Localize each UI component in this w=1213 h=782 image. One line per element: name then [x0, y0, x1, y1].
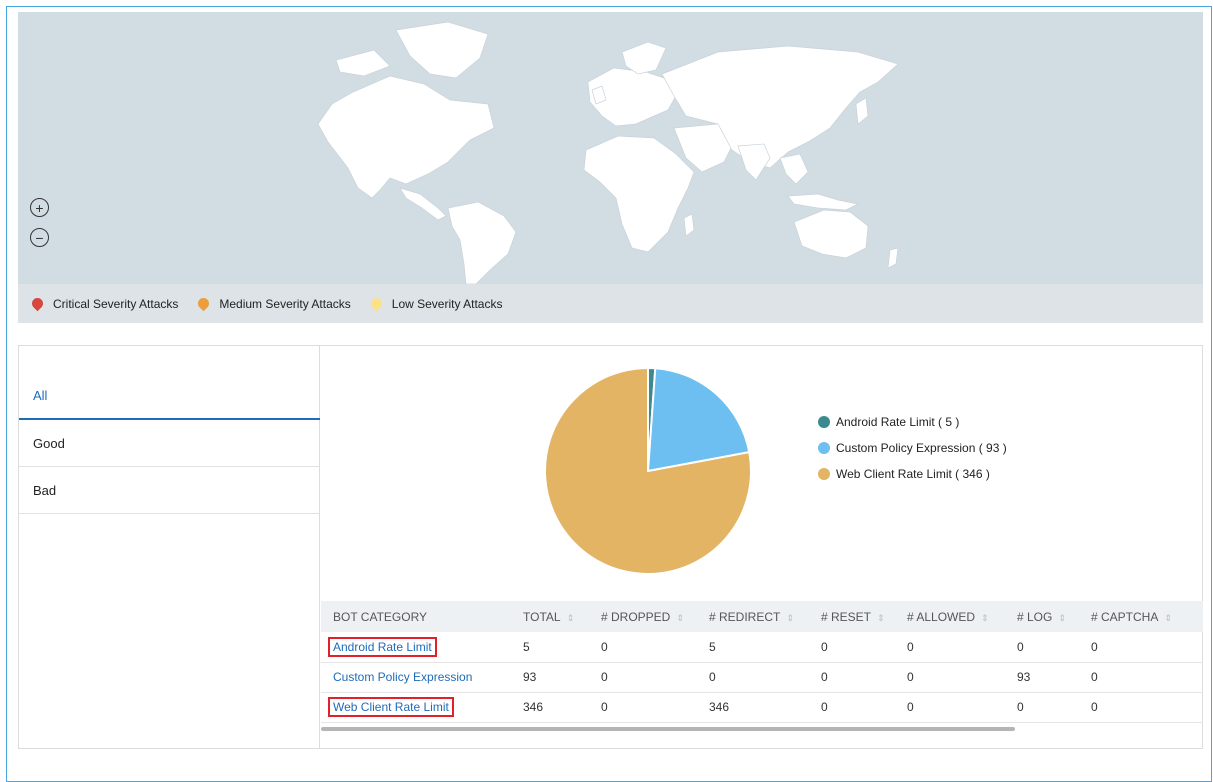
col-redirect-label: # REDIRECT [709, 609, 781, 624]
legend-low: Low Severity Attacks [368, 295, 503, 312]
cell-reset: 0 [821, 639, 828, 654]
col-log-label: # LOG [1017, 609, 1053, 624]
legend-low-label: Low Severity Attacks [391, 296, 503, 311]
bot-category-table: BOT CATEGORY TOTAL ⇕ # DROPPED ⇕ # REDIREC… [321, 601, 1203, 723]
critical-pin-icon [29, 295, 46, 312]
col-log[interactable]: # LOG ⇕ [1005, 601, 1079, 632]
cell-category: Custom Policy Expression [321, 662, 511, 692]
legend-medium: Medium Severity Attacks [196, 295, 351, 312]
zoom-out-button[interactable]: − [30, 228, 49, 247]
tab-all-label: All [33, 388, 48, 403]
table-row: Android Rate Limit 5 0 5 0 0 0 0 [321, 632, 1203, 662]
category-tabs: All Good Bad [19, 346, 320, 748]
cell-redirect: 5 [709, 639, 716, 654]
col-reset[interactable]: # RESET ⇕ [809, 601, 895, 632]
horizontal-scrollbar[interactable] [321, 727, 1015, 731]
tab-good-label: Good [33, 435, 65, 451]
world-map-shapes [317, 21, 899, 284]
col-allowed[interactable]: # ALLOWED ⇕ [895, 601, 1005, 632]
cell-log: 0 [1017, 639, 1024, 654]
android-dot-icon [818, 416, 830, 428]
col-bot-category-label: BOT CATEGORY [333, 609, 428, 624]
severity-legend: Critical Severity Attacks Medium Severit… [18, 284, 1203, 323]
cell-captcha: 0 [1091, 639, 1098, 654]
world-map[interactable]: + − [18, 12, 1203, 284]
sort-icon: ⇕ [877, 612, 885, 623]
legend-critical: Critical Severity Attacks [29, 295, 179, 312]
col-captcha-label: # CAPTCHA [1091, 609, 1159, 624]
cell-reset: 0 [821, 700, 828, 714]
pie-legend-android[interactable]: Android Rate Limit ( 5 ) [818, 409, 1007, 435]
col-total[interactable]: TOTAL ⇕ [511, 601, 589, 632]
web-client-rate-limit-link[interactable]: Web Client Rate Limit [328, 697, 454, 717]
col-dropped-label: # DROPPED [601, 609, 671, 624]
attack-map-panel: + − Critical Severity Attacks Medium Sev… [18, 12, 1203, 323]
cell-total: 5 [523, 639, 530, 654]
cell-allowed: 0 [907, 639, 914, 654]
col-bot-category[interactable]: BOT CATEGORY [321, 601, 511, 632]
cell-dropped: 0 [601, 639, 608, 654]
sort-icon: ⇕ [566, 612, 575, 623]
cell-reset: 0 [821, 670, 828, 684]
cell-dropped: 0 [601, 700, 608, 714]
bot-category-table-container[interactable]: BOT CATEGORY TOTAL ⇕ # DROPPED ⇕ # REDIREC… [321, 601, 1203, 731]
sort-icon: ⇕ [1164, 612, 1172, 623]
tab-good[interactable]: Good [19, 420, 320, 467]
cell-total: 346 [523, 700, 544, 714]
custom-policy-expression-link[interactable]: Custom Policy Expression [333, 670, 472, 684]
cell-redirect: 0 [709, 670, 716, 684]
col-dropped[interactable]: # DROPPED ⇕ [589, 601, 697, 632]
medium-pin-icon [196, 295, 212, 312]
pie-legend-custom-label: Custom Policy Expression ( 93 ) [836, 441, 1007, 455]
tab-all[interactable]: All [19, 373, 320, 420]
pie-chart-area: Android Rate Limit ( 5 ) Custom Policy E… [321, 346, 1203, 601]
cell-total: 93 [523, 670, 537, 684]
legend-critical-label: Critical Severity Attacks [53, 296, 179, 311]
pie-legend-android-label: Android Rate Limit ( 5 ) [836, 415, 960, 429]
cell-log: 93 [1017, 670, 1031, 684]
cell-dropped: 0 [601, 670, 608, 684]
bot-category-pie-chart [544, 366, 752, 575]
pie-legend-webclient[interactable]: Web Client Rate Limit ( 346 ) [818, 461, 1007, 487]
table-header: BOT CATEGORY TOTAL ⇕ # DROPPED ⇕ # REDIREC… [321, 601, 1203, 632]
bot-category-panel: All Good Bad Android Rate Limit ( 5 ) Cu… [18, 345, 1203, 749]
col-redirect[interactable]: # REDIRECT ⇕ [697, 601, 809, 632]
cell-log: 0 [1017, 700, 1024, 714]
cell-allowed: 0 [907, 700, 914, 714]
col-allowed-label: # ALLOWED [907, 609, 976, 624]
android-rate-limit-link[interactable]: Android Rate Limit [328, 636, 437, 657]
table-row: Web Client Rate Limit 346 0 346 0 0 0 0 [321, 692, 1203, 722]
low-pin-icon [368, 295, 385, 312]
tab-bad-label: Bad [33, 482, 57, 498]
cell-category: Android Rate Limit [321, 632, 511, 662]
cell-redirect: 346 [709, 700, 730, 714]
cell-allowed: 0 [907, 670, 914, 684]
sort-icon: ⇕ [786, 612, 794, 623]
col-captcha[interactable]: # CAPTCHA ⇕ [1079, 601, 1203, 632]
zoom-in-button[interactable]: + [30, 198, 49, 217]
pie-legend-webclient-label: Web Client Rate Limit ( 346 ) [836, 467, 990, 481]
tab-bad[interactable]: Bad [19, 467, 320, 514]
table-row: Custom Policy Expression 93 0 0 0 0 93 0 [321, 662, 1203, 692]
sort-icon: ⇕ [676, 612, 684, 623]
pie-legend-custom[interactable]: Custom Policy Expression ( 93 ) [818, 435, 1007, 461]
col-total-label: TOTAL [523, 609, 561, 624]
cell-category: Web Client Rate Limit [321, 692, 511, 722]
cell-captcha: 0 [1091, 670, 1098, 684]
pie-legend: Android Rate Limit ( 5 ) Custom Policy E… [818, 409, 1007, 487]
sort-icon: ⇕ [981, 612, 989, 623]
sort-icon: ⇕ [1058, 612, 1066, 623]
col-reset-label: # RESET [821, 609, 872, 624]
legend-medium-label: Medium Severity Attacks [219, 296, 351, 311]
webclient-dot-icon [818, 468, 830, 480]
cell-captcha: 0 [1091, 700, 1098, 714]
custom-dot-icon [818, 442, 830, 454]
